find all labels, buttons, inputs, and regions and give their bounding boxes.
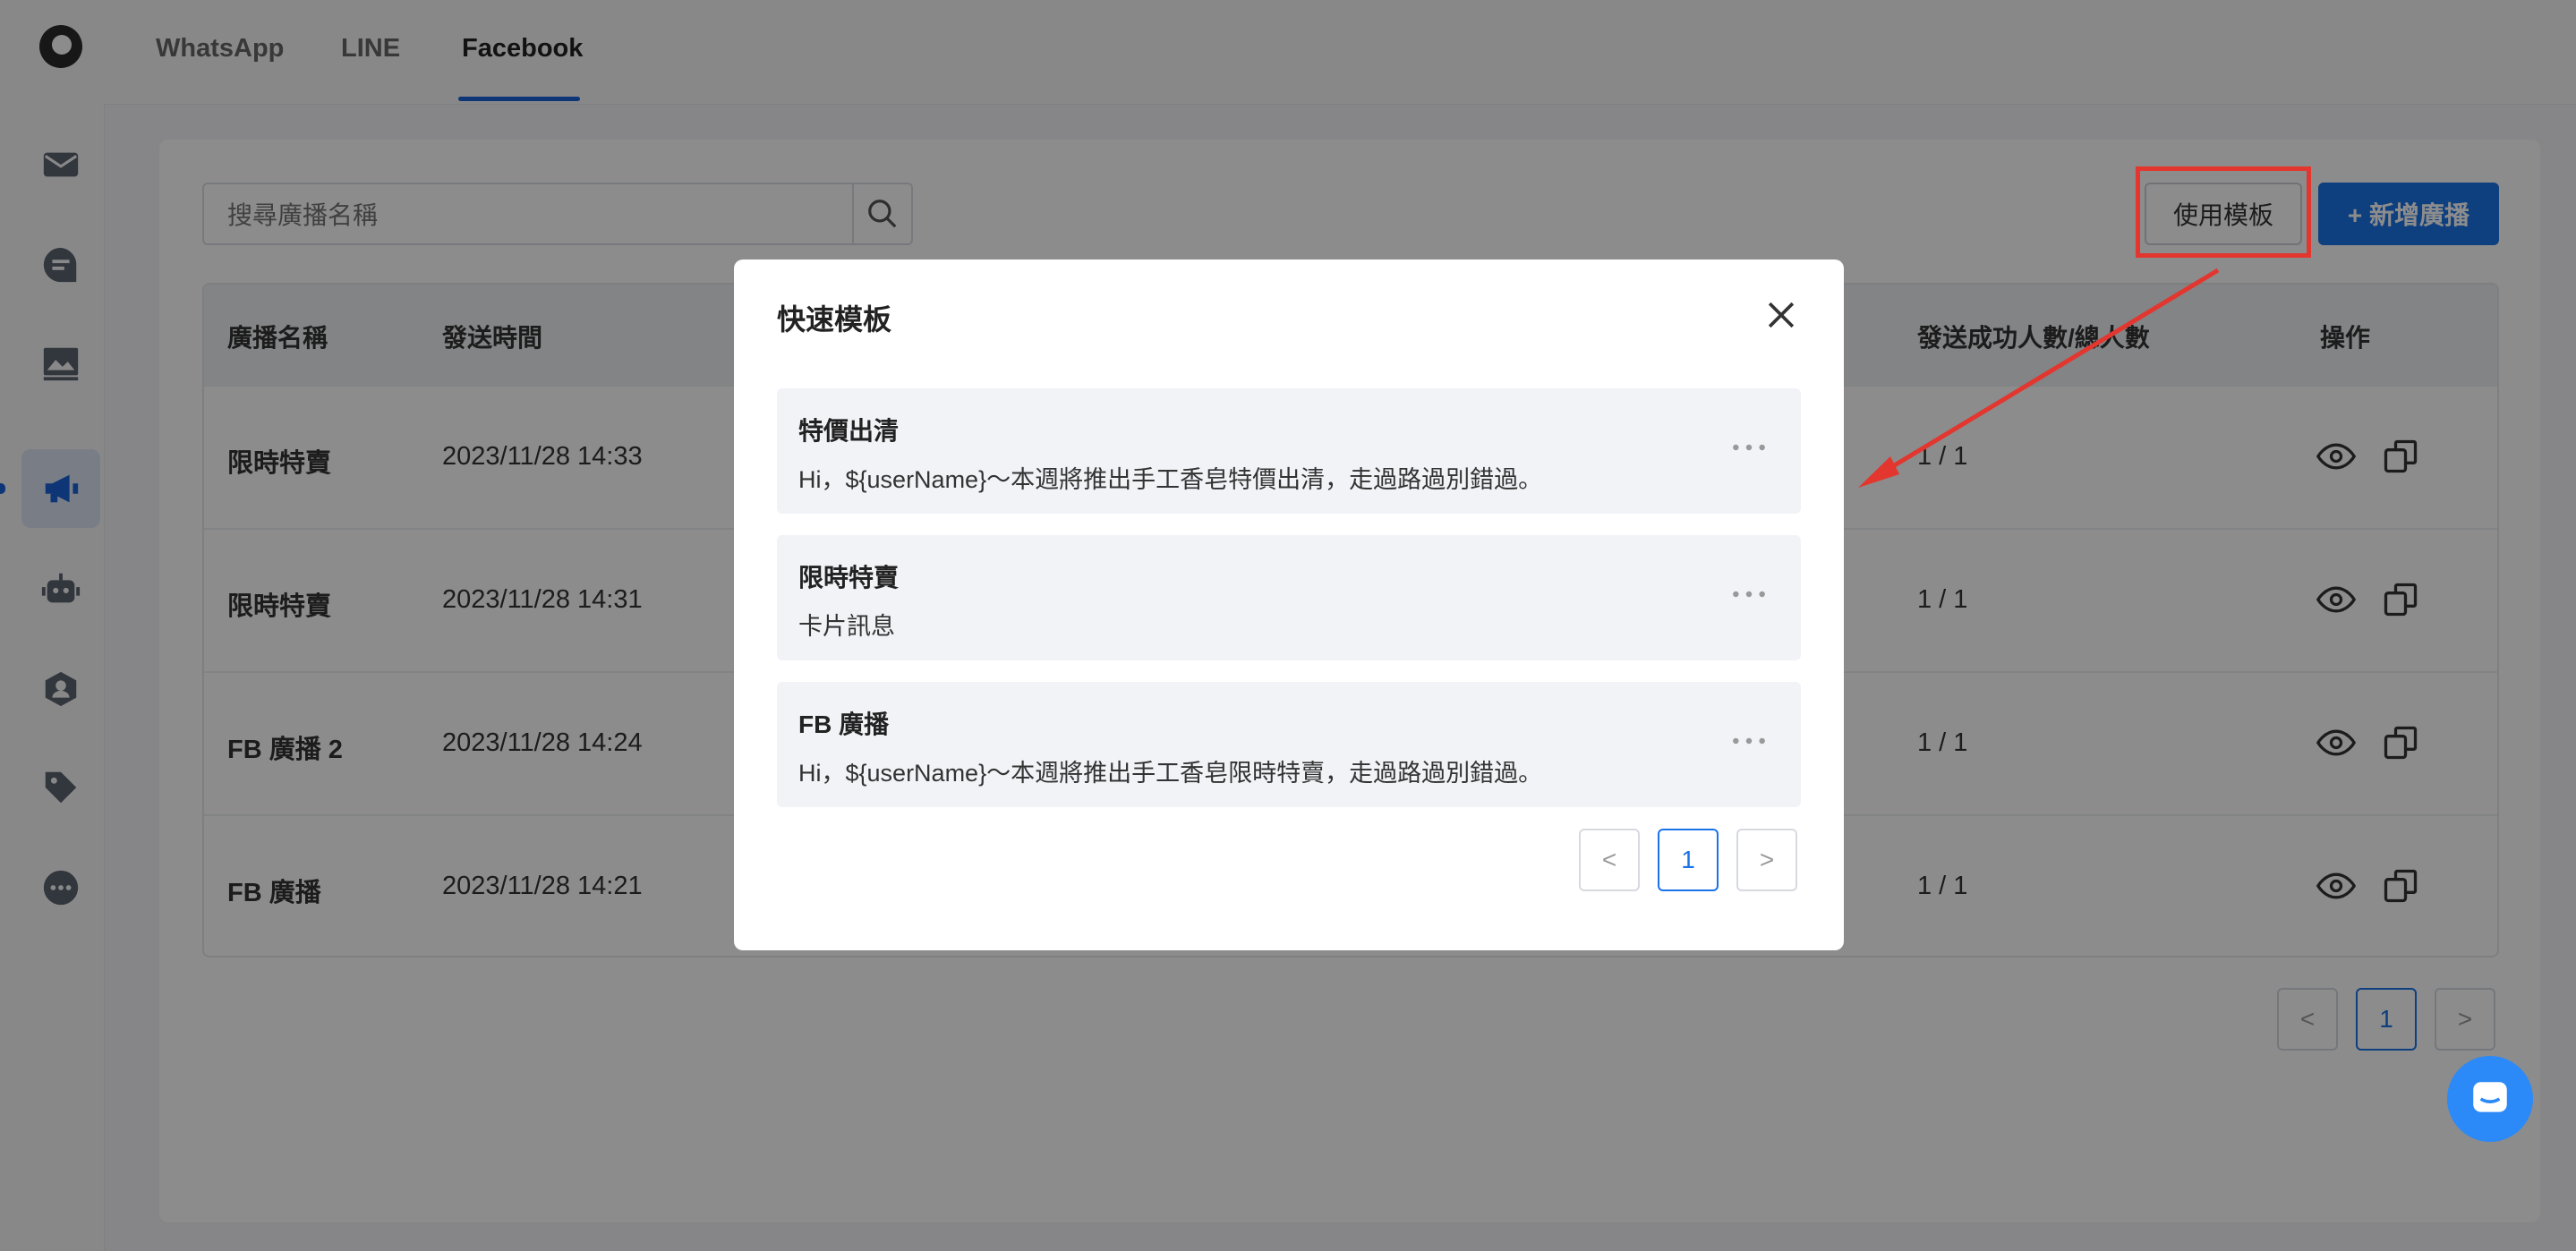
- support-chat-button[interactable]: [2447, 1056, 2533, 1142]
- app-window: WhatsApp LINE Facebook 使用模板 + 新增廣播 廣播名稱 …: [0, 0, 2576, 1251]
- annotation-arrow: [1858, 268, 2220, 488]
- chat-support-icon: [2473, 1082, 2507, 1112]
